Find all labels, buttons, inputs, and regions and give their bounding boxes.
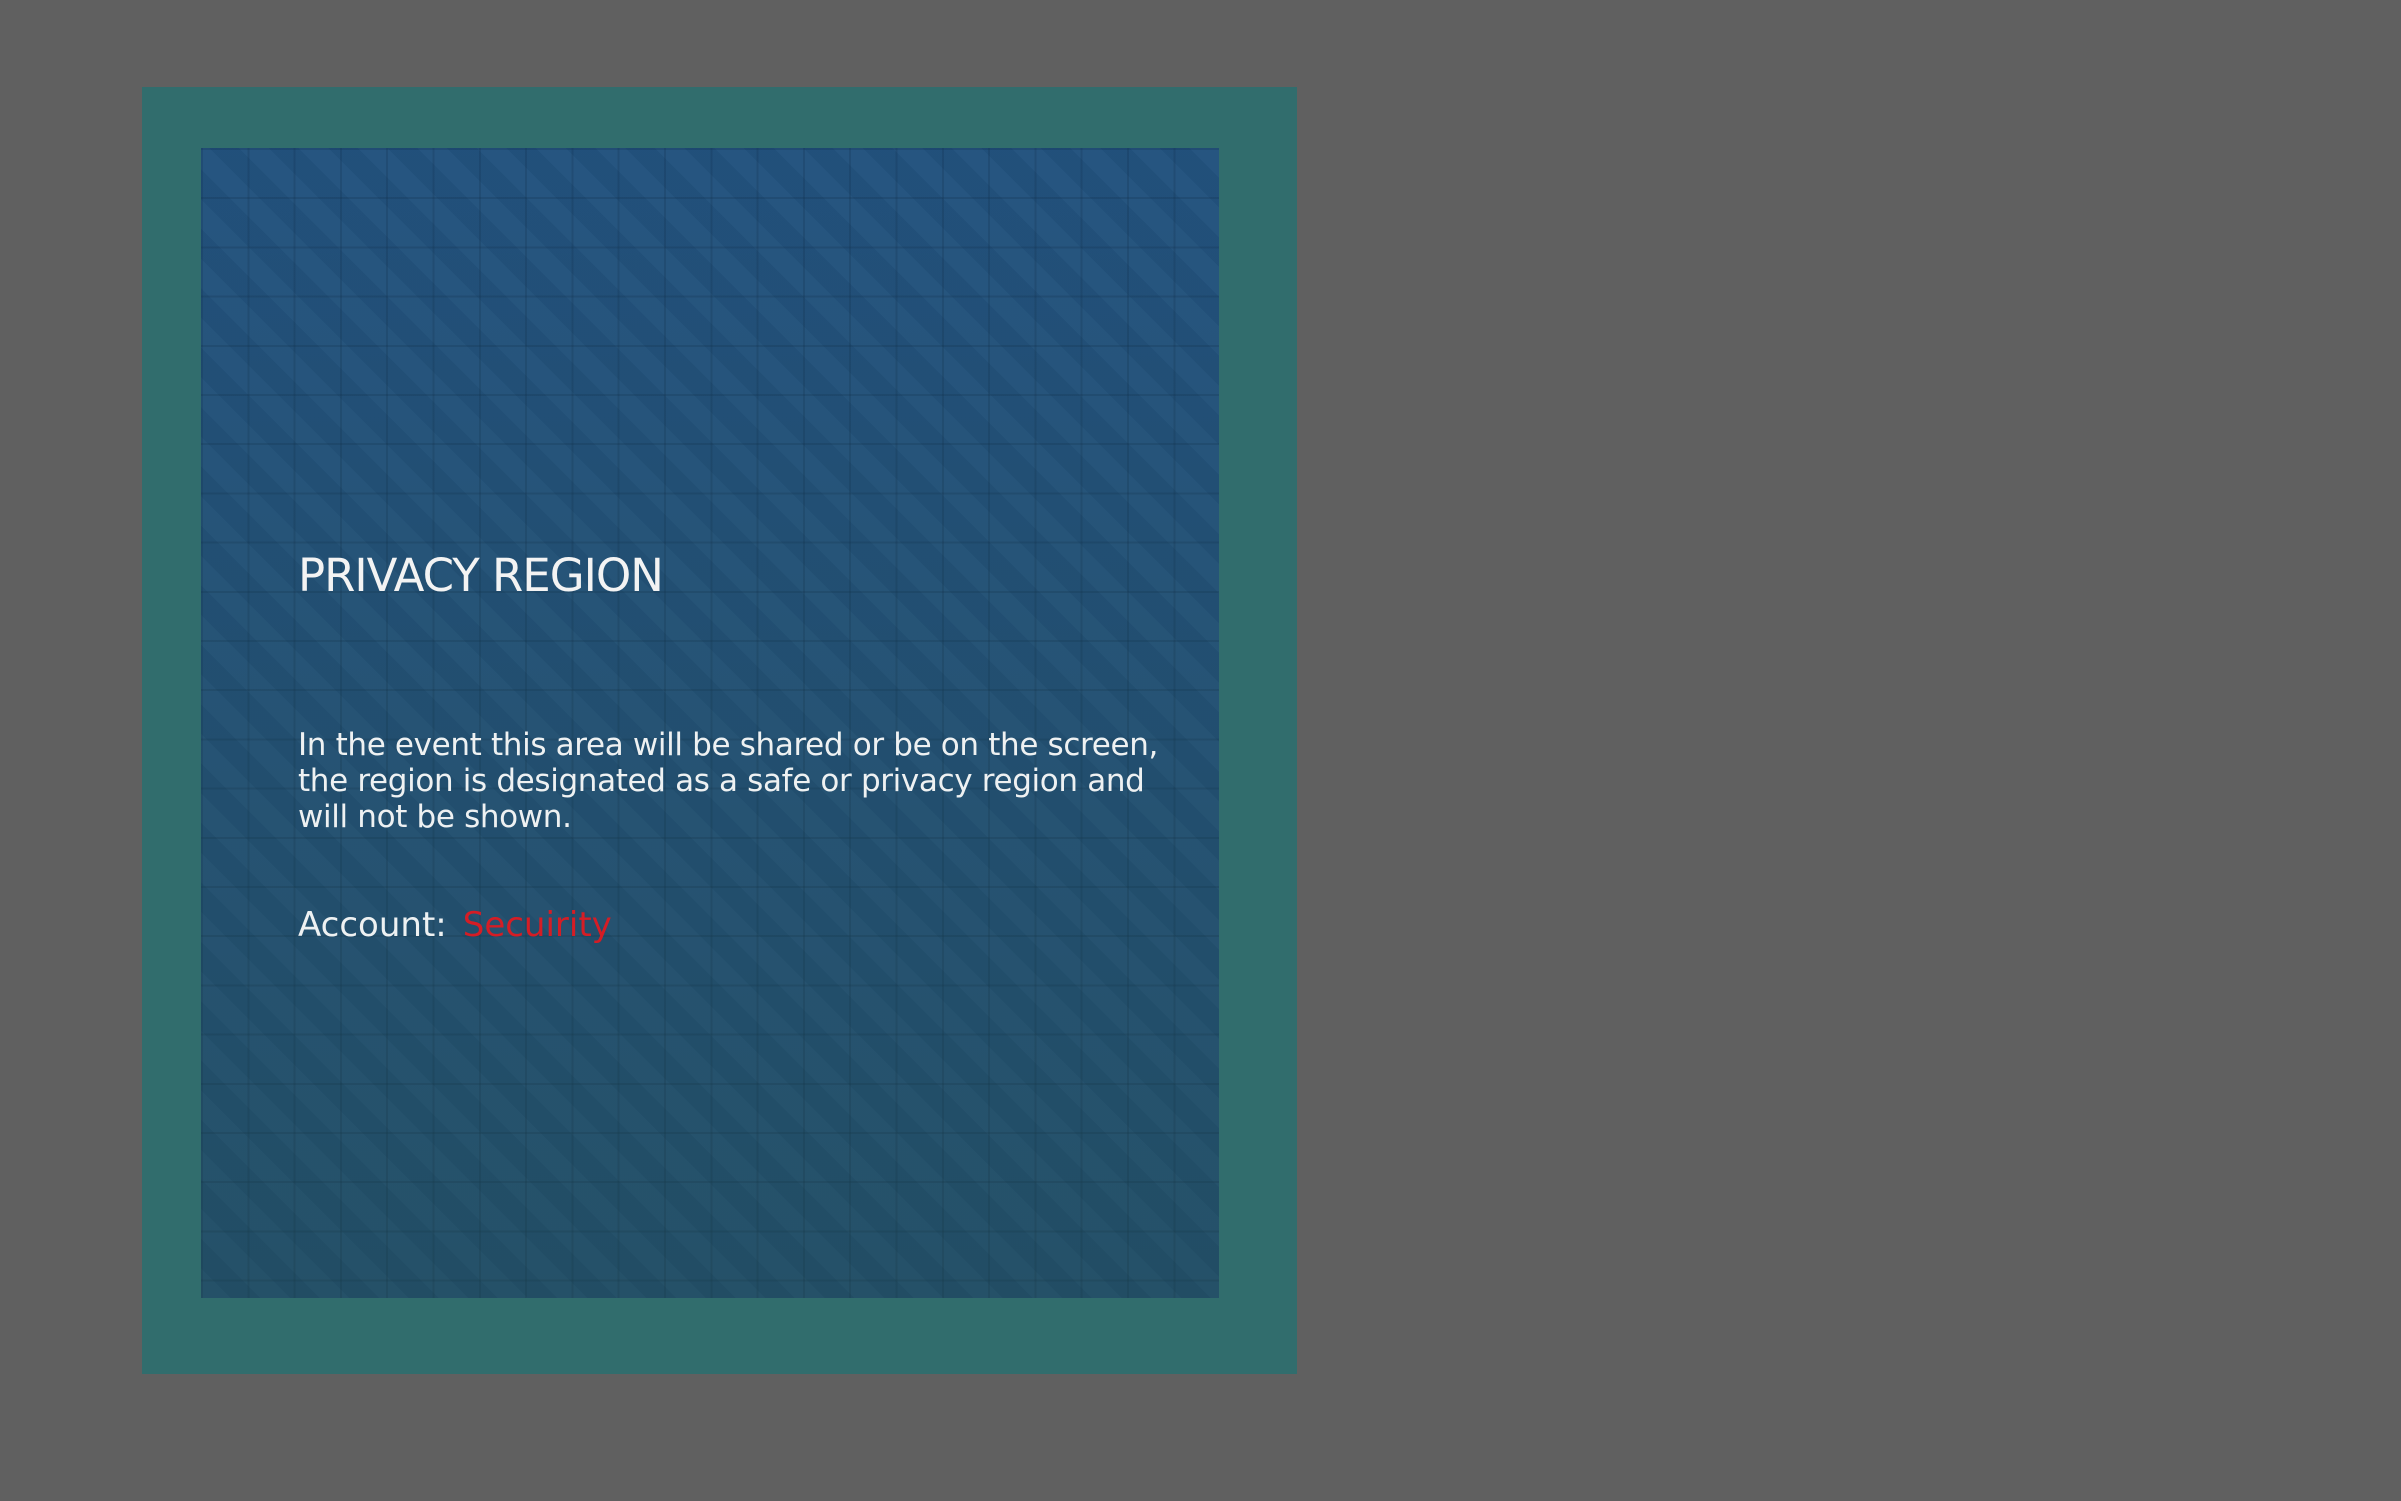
- account-label: Account:: [298, 905, 447, 945]
- privacy-region-description: In the event this area will be shared or…: [298, 727, 1159, 835]
- account-row: Account: Secuirity: [298, 908, 612, 942]
- privacy-region-frame: PRIVACY REGION In the event this area wi…: [142, 87, 1297, 1374]
- privacy-region-title: PRIVACY REGION: [298, 549, 664, 602]
- screen-background: PRIVACY REGION In the event this area wi…: [0, 0, 2401, 1501]
- account-value: Secuirity: [462, 905, 612, 945]
- privacy-region-panel: PRIVACY REGION In the event this area wi…: [201, 148, 1219, 1298]
